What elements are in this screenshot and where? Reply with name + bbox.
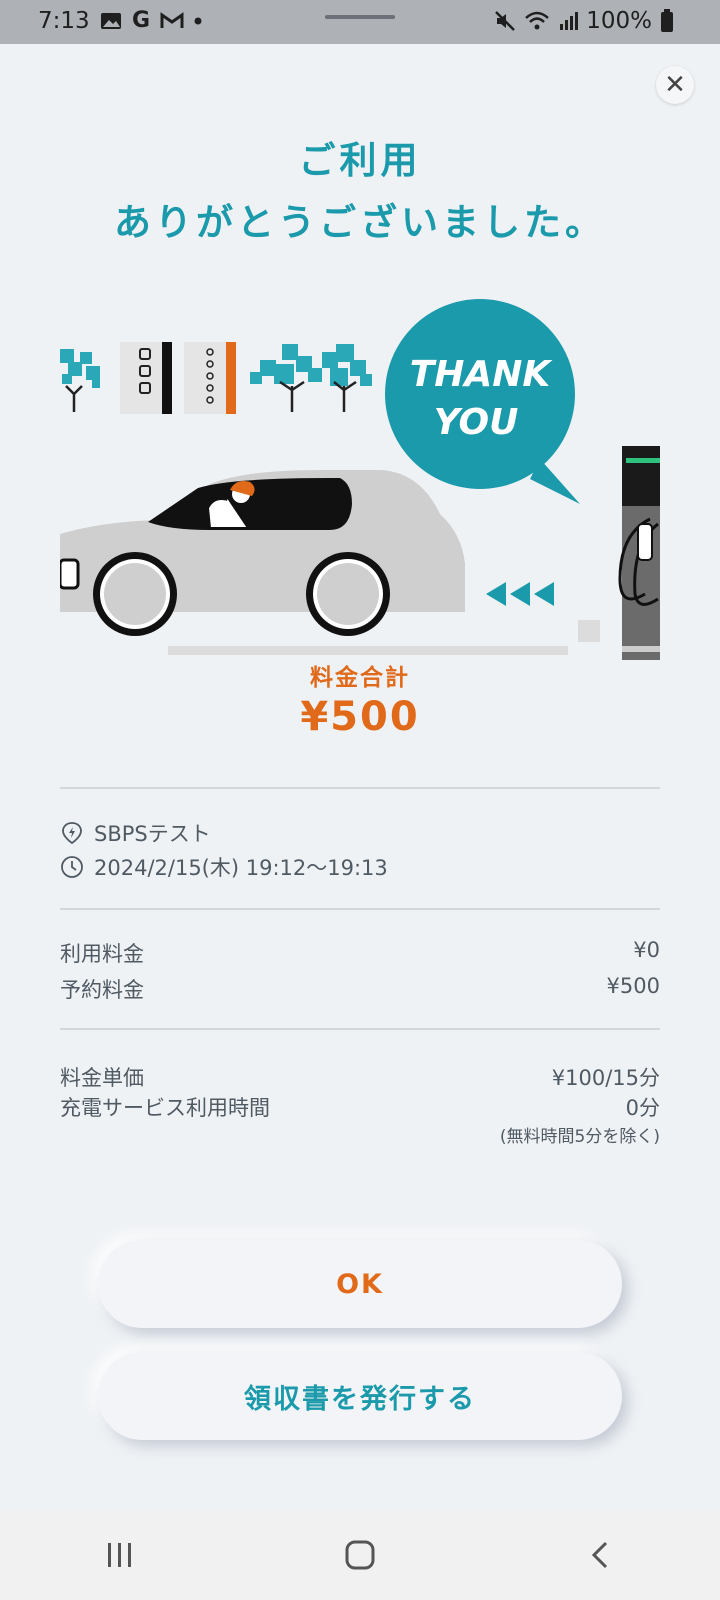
road-line	[168, 646, 568, 655]
title-line-1: ご利用	[298, 139, 422, 182]
signal-icon	[560, 12, 579, 30]
building-icon	[120, 342, 236, 414]
status-bar: 7:13 G 100%	[0, 0, 720, 46]
detail-value: 0分	[625, 1096, 660, 1120]
home-button[interactable]	[330, 1530, 390, 1580]
title-line-2: ありがとうございました。	[114, 201, 606, 244]
charging-complete-sheet: ✕ ご利用 ありがとうございました。 THANK YOU 料金合計 ¥500 S…	[0, 44, 720, 1510]
back-button[interactable]	[570, 1530, 630, 1580]
battery-percent: 100%	[586, 8, 652, 34]
fee-row: 利用料金 ¥0	[60, 938, 660, 968]
detail-value: ¥100/15分	[551, 1066, 660, 1090]
close-icon: ✕	[664, 70, 686, 100]
arrows-icon	[486, 582, 554, 606]
gallery-icon	[101, 12, 121, 29]
divider	[60, 787, 660, 789]
battery-icon	[661, 9, 673, 32]
google-icon: G	[132, 8, 151, 33]
total-value: ¥500	[300, 694, 420, 740]
datetime-row: 2024/2/15(木) 19:12～19:13	[60, 852, 388, 882]
sheet-handle[interactable]	[325, 15, 395, 19]
divider	[60, 1028, 660, 1030]
bubble-text-1: THANK	[410, 354, 554, 395]
thank-you-bubble: THANK YOU	[385, 299, 580, 504]
station-row: SBPSテスト	[60, 818, 211, 848]
charging-station-icon	[62, 822, 82, 845]
thank-you-title: ご利用 ありがとうございました。	[0, 130, 720, 254]
free-time-note: (無料時間5分を除く)	[499, 1127, 660, 1147]
bubble-text-2: YOU	[434, 402, 519, 443]
charger-icon	[618, 446, 660, 660]
detail-row: 料金単価 ¥100/15分	[60, 1062, 660, 1092]
wifi-icon	[525, 11, 550, 30]
tree-icon	[60, 349, 100, 412]
marker-block	[578, 620, 600, 642]
trees-icon	[250, 344, 372, 412]
fee-label: 利用料金	[60, 942, 144, 966]
divider	[60, 908, 660, 910]
station-name: SBPSテスト	[94, 822, 211, 846]
detail-label: 充電サービス利用時間	[60, 1096, 270, 1120]
back-icon	[591, 1541, 608, 1569]
recent-apps-icon	[108, 1543, 131, 1567]
issue-receipt-button[interactable]: 領収書を発行する	[98, 1352, 622, 1440]
fee-label: 予約料金	[60, 978, 144, 1002]
fee-value: ¥0	[633, 938, 660, 962]
recent-apps-button[interactable]	[90, 1530, 150, 1580]
status-time: 7:13	[38, 8, 90, 34]
detail-row: 充電サービス利用時間 0分	[60, 1092, 660, 1122]
close-button[interactable]: ✕	[656, 66, 694, 104]
clock-icon	[61, 856, 83, 878]
ok-button[interactable]: OK	[98, 1240, 622, 1328]
thank-you-illustration: THANK YOU	[60, 299, 660, 660]
mute-icon	[495, 11, 516, 31]
dot-icon	[194, 17, 202, 24]
detail-label: 料金単価	[60, 1066, 144, 1090]
car-icon	[60, 470, 465, 636]
fee-row: 予約料金 ¥500	[60, 974, 660, 1004]
fee-value: ¥500	[606, 974, 660, 998]
usage-datetime: 2024/2/15(木) 19:12～19:13	[94, 856, 388, 880]
gmail-icon	[160, 11, 184, 28]
home-icon	[345, 1540, 375, 1570]
total-label: 料金合計	[310, 665, 410, 691]
navigation-bar	[0, 1510, 720, 1600]
